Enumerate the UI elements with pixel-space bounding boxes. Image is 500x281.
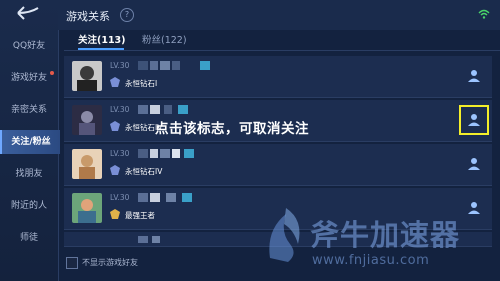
sidebar-item-mentor[interactable]: 师徒	[0, 226, 58, 250]
tab-following[interactable]: 关注(113)	[78, 34, 126, 48]
list-item[interactable]: LV.30 永恒钻石I	[64, 56, 492, 98]
hide-game-friends-label: 不显示游戏好友	[82, 258, 138, 267]
unfollow-icon[interactable]	[464, 154, 484, 174]
sidebar: QQ好友 游戏好友 亲密关系 关注/粉丝 找朋友 附近的人 师徒	[0, 0, 60, 281]
unfollow-icon[interactable]	[464, 198, 484, 218]
hide-game-friends-checkbox[interactable]	[66, 257, 78, 269]
sidebar-item-label: 找朋友	[15, 169, 43, 179]
tab-fans[interactable]: 粉丝(122)	[142, 34, 187, 48]
help-icon[interactable]: ?	[120, 8, 134, 22]
tab-divider	[64, 50, 500, 51]
avatar	[72, 105, 102, 135]
blurred-name	[138, 193, 192, 202]
watermark-url: www.fnjiasu.com	[312, 253, 430, 268]
sidebar-item-label: 附近的人	[10, 201, 47, 211]
list-item[interactable]: LV.30 永恒钻石IV	[64, 144, 492, 186]
avatar	[72, 149, 102, 179]
watermark-logo	[269, 208, 300, 262]
sidebar-item-game-friends[interactable]: 游戏好友	[0, 66, 58, 90]
watermark-text: 斧牛加速器	[310, 218, 461, 252]
rank-badge-icon	[110, 165, 120, 175]
sidebar-item-label: 师徒	[19, 233, 38, 243]
sidebar-item-label: QQ好友	[12, 41, 46, 51]
level-label: LV.30	[110, 193, 130, 202]
wifi-icon	[478, 9, 490, 19]
blurred-name	[138, 61, 210, 70]
level-label: LV.30	[110, 105, 130, 114]
avatar	[72, 193, 102, 223]
sidebar-item-intimate[interactable]: 亲密关系	[0, 98, 58, 122]
rank-badge-icon	[110, 121, 120, 131]
header: 游戏关系 ?	[58, 0, 500, 30]
sidebar-item-label: 亲密关系	[10, 105, 47, 115]
sidebar-item-find-friends[interactable]: 找朋友	[0, 162, 58, 186]
sidebar-item-follow-fans[interactable]: 关注/粉丝	[0, 130, 60, 154]
sidebar-item-qq-friends[interactable]: QQ好友	[0, 34, 58, 58]
highlight-box	[459, 105, 489, 135]
back-arrow-icon[interactable]	[14, 4, 44, 22]
blurred-name	[138, 149, 194, 158]
sidebar-item-label: 游戏好友	[10, 73, 47, 83]
level-label: LV.30	[110, 149, 130, 158]
blurred-name	[138, 236, 160, 243]
avatar	[72, 61, 102, 91]
rank-label: 最强王者	[125, 211, 155, 220]
blurred-name	[138, 105, 188, 114]
rank-badge-icon	[110, 77, 120, 87]
rank-badge-icon	[110, 209, 120, 219]
level-label: LV.30	[110, 61, 130, 70]
rank-label: 永恒钻石I	[125, 79, 158, 88]
rank-label: 永恒钻石IV	[125, 167, 163, 176]
sidebar-item-nearby[interactable]: 附近的人	[0, 194, 58, 218]
unfollow-icon[interactable]	[464, 66, 484, 86]
notification-dot	[50, 71, 54, 75]
annotation-text: 点击该标志，可取消关注	[155, 121, 309, 137]
sidebar-item-label: 关注/粉丝	[11, 137, 51, 147]
page-title: 游戏关系	[66, 10, 110, 23]
